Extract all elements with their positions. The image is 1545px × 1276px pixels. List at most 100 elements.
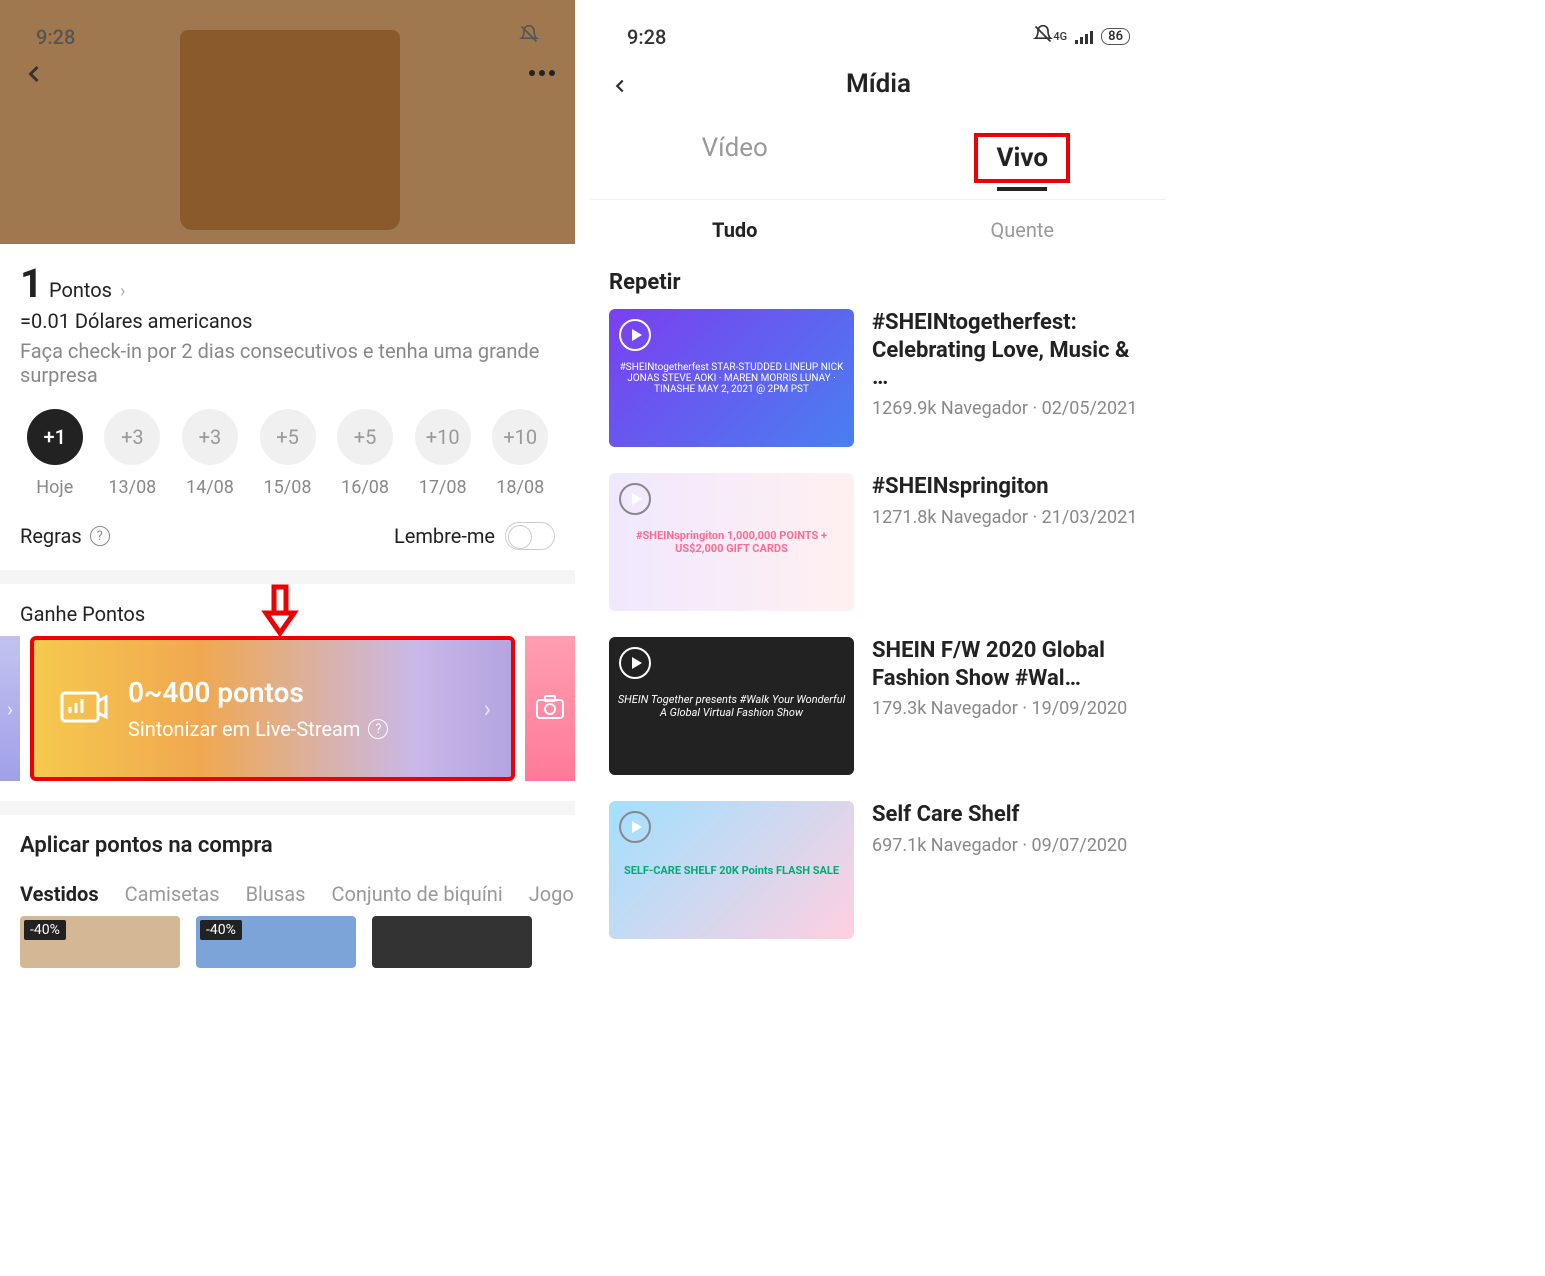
mute-icon <box>519 24 539 49</box>
media-title: #SHEINspringiton <box>872 473 1148 501</box>
hero-image: 9:28 <box>0 0 575 244</box>
day-2[interactable]: +3 14/08 <box>175 409 245 498</box>
product-card[interactable]: -40% <box>20 916 180 968</box>
chevron-right-icon: › <box>120 281 125 302</box>
media-item[interactable]: #SHEINtogetherfest STAR-STUDDED LINEUP N… <box>609 309 1148 447</box>
play-icon <box>619 483 651 515</box>
earn-card-next-peek[interactable] <box>525 636 575 781</box>
day-label: 16/08 <box>341 477 389 498</box>
discount-badge: -40% <box>24 920 66 940</box>
camera-icon <box>535 694 565 724</box>
media-thumbnail: SHEIN Together presents #Walk Your Wonde… <box>609 637 854 775</box>
tab-jogos[interactable]: Jogos <box>529 882 575 906</box>
remind-label: Lembre-me <box>394 524 495 548</box>
day-label: 14/08 <box>186 477 234 498</box>
rules-label: Regras <box>20 524 82 548</box>
media-title: #SHEINtogetherfest: Celebrating Love, Mu… <box>872 309 1148 392</box>
tab-conjunto[interactable]: Conjunto de biquíni <box>331 882 502 906</box>
day-label: 18/08 <box>496 477 544 498</box>
back-button[interactable] <box>20 60 48 92</box>
play-icon <box>619 647 651 679</box>
media-tabs: Vídeo Vivo <box>591 113 1166 200</box>
day-circle: +5 <box>260 409 316 465</box>
points-label: Pontos <box>49 278 112 302</box>
day-0[interactable]: +1 Hoje <box>20 409 90 498</box>
status-time: 9:28 <box>36 25 509 49</box>
status-bar: 9:28 <box>0 24 575 49</box>
products-row: -40% -40% <box>0 916 575 968</box>
day-3[interactable]: +5 15/08 <box>253 409 323 498</box>
chevron-right-icon: › <box>7 697 13 721</box>
repeat-section-title: Repetir <box>591 260 1166 309</box>
tab-vestidos[interactable]: Vestidos <box>20 882 99 906</box>
tab-camisetas[interactable]: Camisetas <box>125 882 220 906</box>
earn-card-title: 0~400 pontos <box>128 676 388 709</box>
media-meta: 1271.8k Navegador · 21/03/2021 <box>872 507 1148 528</box>
day-6[interactable]: +10 18/08 <box>485 409 555 498</box>
day-label: Hoje <box>36 477 73 498</box>
product-card[interactable]: -40% <box>196 916 356 968</box>
media-subtabs: Tudo Quente <box>591 200 1166 260</box>
day-label: 15/08 <box>264 477 312 498</box>
media-item[interactable]: #SHEINspringiton 1,000,000 POINTS + US$2… <box>609 473 1148 611</box>
media-list: #SHEINtogetherfest STAR-STUDDED LINEUP N… <box>591 309 1166 939</box>
annotation-arrow-down-icon <box>260 583 300 643</box>
more-icon[interactable] <box>529 70 555 76</box>
earn-card-prev-peek[interactable]: › <box>0 636 20 781</box>
media-thumbnail: SELF-CARE SHELF 20K Points FLASH SALE <box>609 801 854 939</box>
page-title: Mídia <box>591 69 1166 99</box>
day-label: 17/08 <box>419 477 467 498</box>
annotation-highlight-box: Vivo <box>974 133 1070 183</box>
mute-icon <box>1033 24 1053 49</box>
help-icon: ? <box>368 719 388 739</box>
earn-cards-carousel[interactable]: › 0~400 pontos Sintonizar em Live-Stream… <box>0 636 575 801</box>
points-tip: Faça check-in por 2 dias consecutivos e … <box>20 339 555 387</box>
media-item[interactable]: SHEIN Together presents #Walk Your Wonde… <box>609 637 1148 775</box>
page-header: Mídia <box>591 49 1166 113</box>
subtab-tudo[interactable]: Tudo <box>591 218 879 242</box>
rules-link[interactable]: Regras ? <box>20 524 110 548</box>
points-row[interactable]: 1 Pontos › <box>20 260 555 307</box>
day-5[interactable]: +10 17/08 <box>408 409 478 498</box>
day-circle: +3 <box>182 409 238 465</box>
tab-video[interactable]: Vídeo <box>591 113 879 199</box>
day-1[interactable]: +3 13/08 <box>98 409 168 498</box>
chevron-right-icon: › <box>484 695 491 723</box>
day-circle: +1 <box>27 409 83 465</box>
media-title: SHEIN F/W 2020 Global Fashion Show #Wal… <box>872 637 1148 692</box>
points-section: 1 Pontos › =0.01 Dólares americanos Faça… <box>0 244 575 391</box>
network-label: 4G <box>1053 31 1067 42</box>
day-circle: +5 <box>337 409 393 465</box>
apply-points-section: Aplicar pontos na compra <box>0 815 575 868</box>
day-4[interactable]: +5 16/08 <box>330 409 400 498</box>
media-thumbnail: #SHEINtogetherfest STAR-STUDDED LINEUP N… <box>609 309 854 447</box>
discount-badge: -40% <box>200 920 242 940</box>
status-time: 9:28 <box>627 25 1023 49</box>
day-circle: +10 <box>492 409 548 465</box>
remind-row: Lembre-me <box>394 522 555 550</box>
day-circle: +10 <box>415 409 471 465</box>
day-circle: +3 <box>104 409 160 465</box>
battery-indicator: 86 <box>1101 28 1130 45</box>
media-meta: 1269.9k Navegador · 02/05/2021 <box>872 398 1148 419</box>
livestream-icon <box>60 687 108 731</box>
remind-toggle[interactable] <box>505 522 555 550</box>
back-button[interactable] <box>609 75 631 101</box>
points-count: 1 <box>20 260 43 307</box>
day-label: 13/08 <box>108 477 156 498</box>
play-icon <box>619 811 651 843</box>
media-item[interactable]: SELF-CARE SHELF 20K Points FLASH SALE Se… <box>609 801 1148 939</box>
category-tabs: Vestidos Camisetas Blusas Conjunto de bi… <box>0 868 575 916</box>
checkin-row: +1 Hoje +3 13/08 +3 14/08 +5 15/08 +5 16/08 +… <box>0 391 575 506</box>
play-icon <box>619 319 651 351</box>
media-thumbnail: #SHEINspringiton 1,000,000 POINTS + US$2… <box>609 473 854 611</box>
points-usd: =0.01 Dólares americanos <box>20 309 555 333</box>
earn-card-livestream[interactable]: 0~400 pontos Sintonizar em Live-Stream ?… <box>30 636 515 781</box>
product-card[interactable] <box>372 916 532 968</box>
tab-blusas[interactable]: Blusas <box>246 882 306 906</box>
help-icon: ? <box>90 526 110 546</box>
tab-vivo[interactable]: Vivo <box>879 113 1167 199</box>
media-meta: 697.1k Navegador · 09/07/2020 <box>872 835 1148 856</box>
signal-icon <box>1075 25 1093 49</box>
subtab-quente[interactable]: Quente <box>879 218 1167 242</box>
